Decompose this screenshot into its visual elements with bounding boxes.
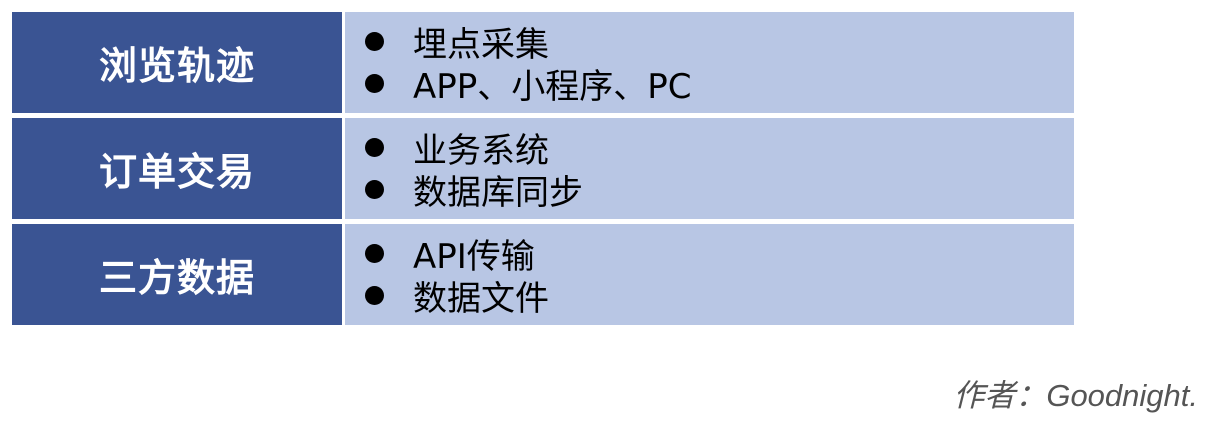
items-cell: 业务系统 数据库同步 — [345, 118, 1074, 219]
list-item-label: 数据库同步 — [413, 173, 583, 213]
bullet-icon — [365, 74, 384, 93]
category-cell: 订单交易 — [12, 118, 342, 219]
list-item-label: 数据文件 — [413, 279, 549, 319]
bullet-icon — [365, 286, 384, 305]
data-source-table: 浏览轨迹 埋点采集 APP、小程序、PC 订单交易 业务系统 数据库同步 三方数… — [12, 12, 1074, 325]
table-row: 三方数据 API传输 数据文件 — [12, 224, 1074, 325]
list-item-label: APP、小程序、PC — [413, 67, 692, 107]
list-item: APP、小程序、PC — [365, 63, 1074, 107]
category-cell: 浏览轨迹 — [12, 12, 342, 113]
bullet-icon — [365, 32, 384, 51]
table-row: 订单交易 业务系统 数据库同步 — [12, 118, 1074, 219]
list-item: 数据库同步 — [365, 169, 1074, 213]
items-cell: 埋点采集 APP、小程序、PC — [345, 12, 1074, 113]
list-item: 埋点采集 — [365, 21, 1074, 65]
items-cell: API传输 数据文件 — [345, 224, 1074, 325]
category-cell: 三方数据 — [12, 224, 342, 325]
list-item: 数据文件 — [365, 275, 1074, 319]
list-item: API传输 — [365, 233, 1074, 277]
author-credit: 作者：Goodnight. — [953, 378, 1198, 413]
bullet-icon — [365, 180, 384, 199]
list-item: 业务系统 — [365, 127, 1074, 171]
bullet-icon — [365, 138, 384, 157]
bullet-icon — [365, 244, 384, 263]
table-row: 浏览轨迹 埋点采集 APP、小程序、PC — [12, 12, 1074, 113]
